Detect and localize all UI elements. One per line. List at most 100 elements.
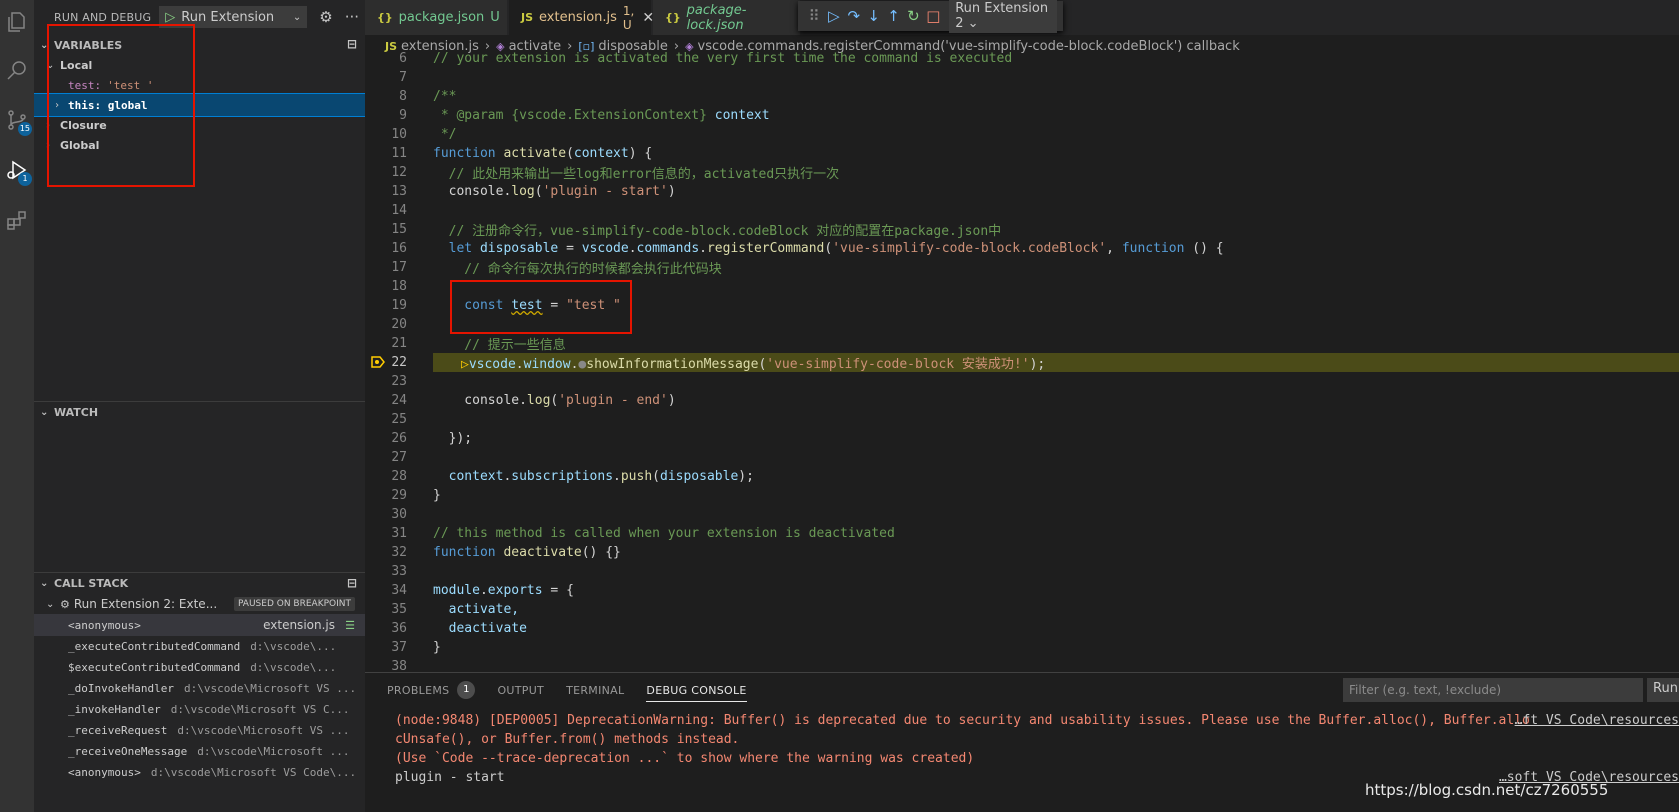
source-control-icon[interactable]: 15 bbox=[0, 98, 34, 142]
code-text: /** bbox=[433, 89, 457, 104]
run-debug-icon[interactable]: 1 bbox=[0, 148, 34, 192]
code-text: // this method is called when your exten… bbox=[433, 526, 895, 541]
chevron-right-icon: › bbox=[46, 139, 50, 151]
call-stack-frame[interactable]: <anonymous> extension.js ☰ bbox=[34, 614, 365, 636]
console-line: cUnsafe(), or Buffer.from() methods inst… bbox=[395, 732, 740, 747]
start-debug-icon[interactable]: ▷ bbox=[165, 10, 175, 25]
tab-terminal[interactable]: TERMINAL bbox=[566, 684, 624, 697]
code-text: ▷vscode.window.●showInformationMessage('… bbox=[461, 353, 1045, 372]
tab-debug-console[interactable]: DEBUG CONSOLE bbox=[646, 684, 747, 702]
line-number: 32 bbox=[391, 545, 407, 560]
frame-function: $executeContributedCommand bbox=[68, 660, 241, 674]
code-text: function activate(context) { bbox=[433, 146, 652, 161]
restart-frame-icon[interactable]: ☰ bbox=[345, 619, 355, 632]
code-token: test bbox=[511, 298, 543, 313]
call-stack-section-header[interactable]: ⌄ CALL STACK ⊟ bbox=[34, 572, 365, 594]
call-stack-frame[interactable]: _doInvokeHandler d:\vscode\Microsoft VS … bbox=[34, 677, 365, 699]
extensions-icon[interactable] bbox=[0, 198, 34, 242]
launch-config-label: Run Extension bbox=[181, 9, 275, 25]
scope-global-label: Global bbox=[60, 138, 100, 152]
tab-label: package-lock.json bbox=[686, 2, 747, 33]
watch-section-header[interactable]: ⌄ WATCH bbox=[34, 401, 365, 423]
line-number: 17 bbox=[391, 260, 407, 275]
tab-status: 1, U bbox=[622, 3, 635, 32]
restart-icon[interactable]: ↻ bbox=[903, 7, 923, 25]
code-token: push bbox=[620, 469, 653, 484]
tab-extension-js[interactable]: JS extension.js 1, U ✕ bbox=[509, 0, 654, 35]
frame-function: _executeContributedCommand bbox=[68, 639, 241, 653]
call-stack-frame[interactable]: $executeContributedCommand d:\vscode\... bbox=[34, 656, 365, 678]
call-stack-frame[interactable]: _invokeHandler d:\vscode\Microsoft VS C.… bbox=[34, 698, 365, 720]
code-text: // 命令行每次执行的时候都会执行此代码块 bbox=[433, 262, 722, 277]
run-select[interactable]: Run bbox=[1647, 678, 1679, 702]
code-line: 17 // 命令行每次执行的时候都会执行此代码块 bbox=[365, 258, 1679, 277]
console-source-link[interactable]: …ft VS Code\resources bbox=[1515, 713, 1679, 728]
line-number: 14 bbox=[391, 203, 407, 218]
code-line: 7 bbox=[365, 68, 1679, 87]
code-editor[interactable]: 6 // your extension is activated the very… bbox=[365, 52, 1679, 672]
variable-value: 'test ' bbox=[107, 78, 154, 92]
code-token: context bbox=[706, 108, 770, 123]
call-stack-frame[interactable]: <anonymous> d:\vscode\Microsoft VS Code\… bbox=[34, 761, 365, 783]
call-stack-frame[interactable]: _receiveOneMessage d:\vscode\Microsoft .… bbox=[34, 740, 365, 762]
line-number: 24 bbox=[391, 393, 407, 408]
tab-package-lock-json[interactable]: {} package-lock.json bbox=[653, 0, 801, 35]
collapse-all-icon[interactable]: ⊟ bbox=[347, 37, 357, 51]
drag-handle-icon[interactable]: ⠿ bbox=[804, 7, 824, 25]
code-line: 30 bbox=[365, 505, 1679, 524]
filter-input[interactable]: Filter (e.g. text, !exclude) bbox=[1343, 678, 1643, 702]
code-token: . bbox=[479, 583, 488, 598]
call-stack-frame[interactable]: _executeContributedCommand d:\vscode\... bbox=[34, 635, 365, 657]
frame-file: extension.js bbox=[263, 618, 335, 632]
code-token: ) { bbox=[628, 146, 653, 161]
code-line: 20 bbox=[365, 315, 1679, 334]
explorer-icon[interactable] bbox=[0, 0, 34, 44]
scope-closure[interactable]: › Closure bbox=[34, 114, 365, 136]
gear-icon[interactable]: ⚙ bbox=[319, 8, 332, 26]
tab-output[interactable]: OUTPUT bbox=[497, 684, 544, 697]
thread-label: Run Extension 2: Exte... bbox=[73, 597, 218, 611]
chevron-down-icon: ⌄ bbox=[967, 16, 979, 31]
code-text: } bbox=[433, 488, 441, 503]
more-actions-icon[interactable]: ··· bbox=[345, 8, 359, 26]
tab-status: U bbox=[490, 10, 500, 25]
step-into-icon[interactable]: ↓ bbox=[864, 7, 884, 25]
code-token: . bbox=[613, 469, 621, 484]
code-token: log bbox=[511, 184, 535, 199]
variable-this[interactable]: › this: global bbox=[34, 93, 365, 117]
line-number: 33 bbox=[391, 564, 407, 579]
tab-package-json[interactable]: {} package.json U bbox=[365, 0, 508, 35]
code-token: ( bbox=[566, 146, 574, 161]
json-file-icon: {} bbox=[377, 11, 393, 24]
code-token: vscode bbox=[581, 241, 629, 256]
code-token: = bbox=[558, 241, 582, 256]
search-icon[interactable] bbox=[0, 48, 34, 92]
step-out-icon[interactable]: ↑ bbox=[884, 7, 904, 25]
continue-icon[interactable]: ▷ bbox=[824, 7, 844, 25]
code-line: 29} bbox=[365, 486, 1679, 505]
call-stack-frame[interactable]: _receiveRequest d:\vscode\Microsoft VS .… bbox=[34, 719, 365, 741]
code-token: context bbox=[573, 146, 629, 161]
variable-test[interactable]: test: 'test ' bbox=[34, 74, 365, 96]
call-stack-thread[interactable]: ⌄ ⚙ Run Extension 2: Exte... PAUSED ON B… bbox=[34, 593, 365, 615]
collapse-all-icon[interactable]: ⊟ bbox=[347, 576, 357, 590]
line-number: 36 bbox=[391, 621, 407, 636]
frame-file: d:\vscode\Microsoft VS Code\... bbox=[150, 765, 357, 779]
code-token: function bbox=[433, 545, 504, 560]
line-number: 34 bbox=[391, 583, 407, 598]
variables-section-header[interactable]: ⌄ VARIABLES ⊟ bbox=[34, 34, 365, 56]
code-text: // 此处用来输出一些log和error信息的，activated只执行一次 bbox=[433, 167, 840, 182]
tab-problems[interactable]: PROBLEMS 1 bbox=[387, 681, 476, 699]
line-number: 10 bbox=[391, 127, 407, 142]
debug-session-select[interactable]: Run Extension 2 ⌄ bbox=[949, 0, 1057, 33]
scope-global[interactable]: › Global bbox=[34, 134, 365, 156]
code-token: "test " bbox=[566, 298, 621, 313]
code-line: 35 activate, bbox=[365, 600, 1679, 619]
breakpoint-arrow-icon[interactable] bbox=[371, 355, 385, 369]
console-line: plugin - start bbox=[395, 770, 505, 785]
code-token: let bbox=[433, 241, 480, 256]
launch-config-select[interactable]: ▷ Run Extension ⌄ bbox=[159, 6, 308, 28]
stop-icon[interactable]: □ bbox=[923, 7, 943, 25]
scope-local[interactable]: ⌄ Local bbox=[34, 54, 365, 76]
step-over-icon[interactable]: ↷ bbox=[844, 7, 864, 25]
